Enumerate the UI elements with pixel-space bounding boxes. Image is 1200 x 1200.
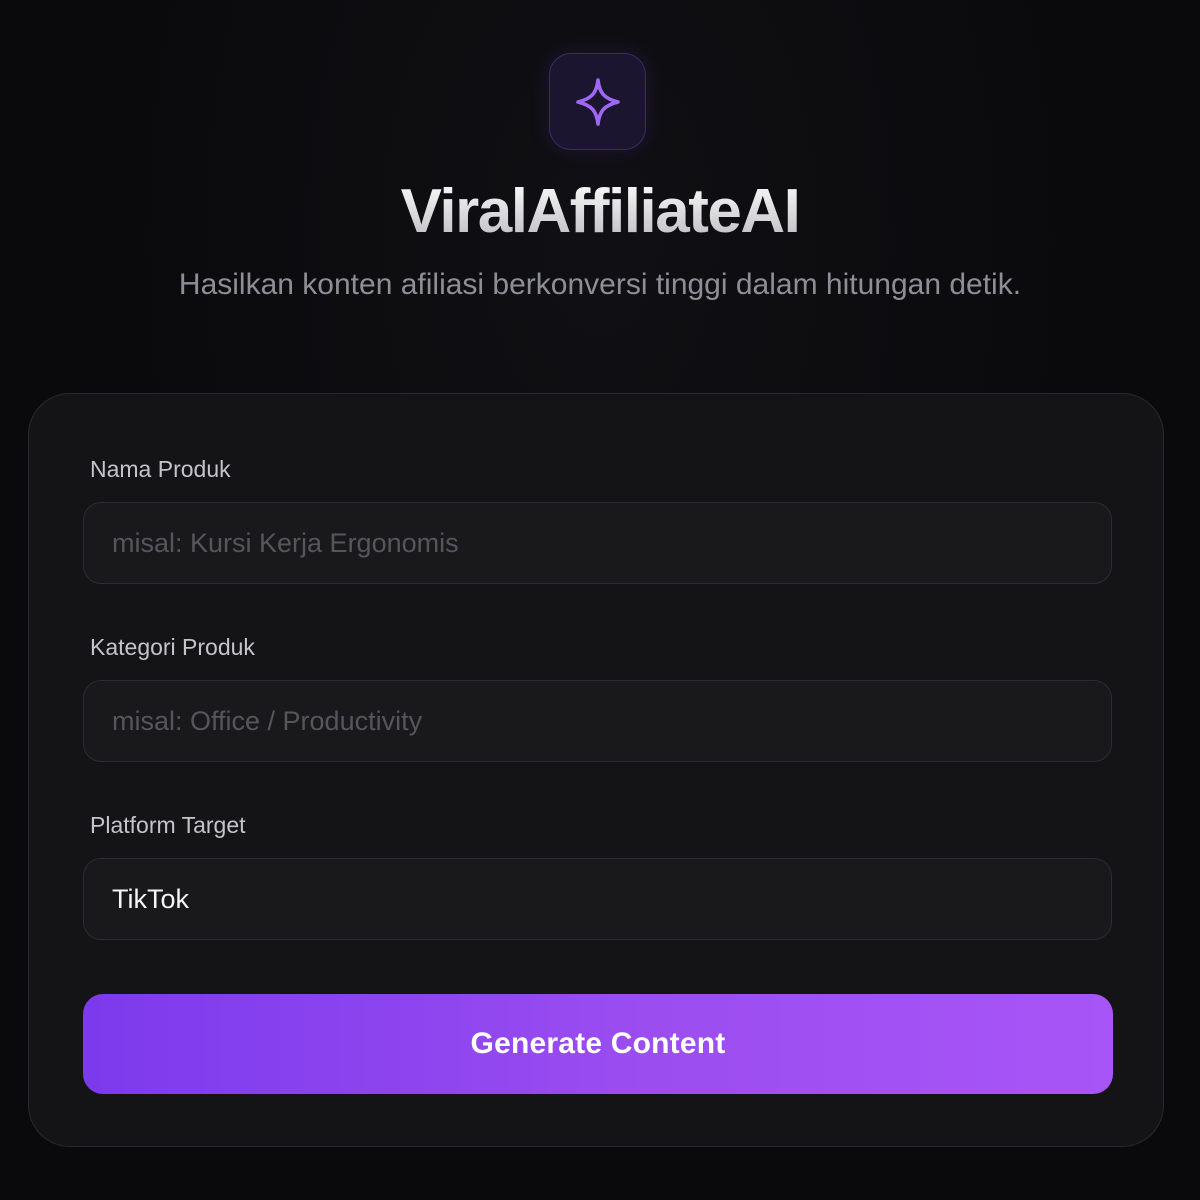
target-platform-select[interactable]: TikTok xyxy=(83,858,1112,940)
product-category-placeholder: misal: Office / Productivity xyxy=(112,705,423,736)
product-category-input[interactable]: misal: Office / Productivity xyxy=(83,680,1112,762)
content-form-card: Nama Produk misal: Kursi Kerja Ergonomis… xyxy=(28,393,1164,1147)
generate-content-label: Generate Content xyxy=(470,1027,726,1060)
product-name-input[interactable]: misal: Kursi Kerja Ergonomis xyxy=(83,502,1112,584)
app-subtitle: Hasilkan konten afiliasi berkonversi tin… xyxy=(178,268,1022,301)
app-logo xyxy=(549,53,646,150)
product-name-label: Nama Produk xyxy=(90,456,231,482)
app-title: ViralAffiliateAI xyxy=(0,176,1200,247)
product-name-placeholder: misal: Kursi Kerja Ergonomis xyxy=(112,527,459,558)
page: ViralAffiliateAI Hasilkan konten afilias… xyxy=(0,0,1200,1200)
target-platform-label: Platform Target xyxy=(90,812,246,838)
product-category-label: Kategori Produk xyxy=(90,634,255,660)
target-platform-value: TikTok xyxy=(112,883,190,914)
sparkle-icon xyxy=(575,77,620,126)
generate-content-button[interactable]: Generate Content xyxy=(83,994,1113,1094)
